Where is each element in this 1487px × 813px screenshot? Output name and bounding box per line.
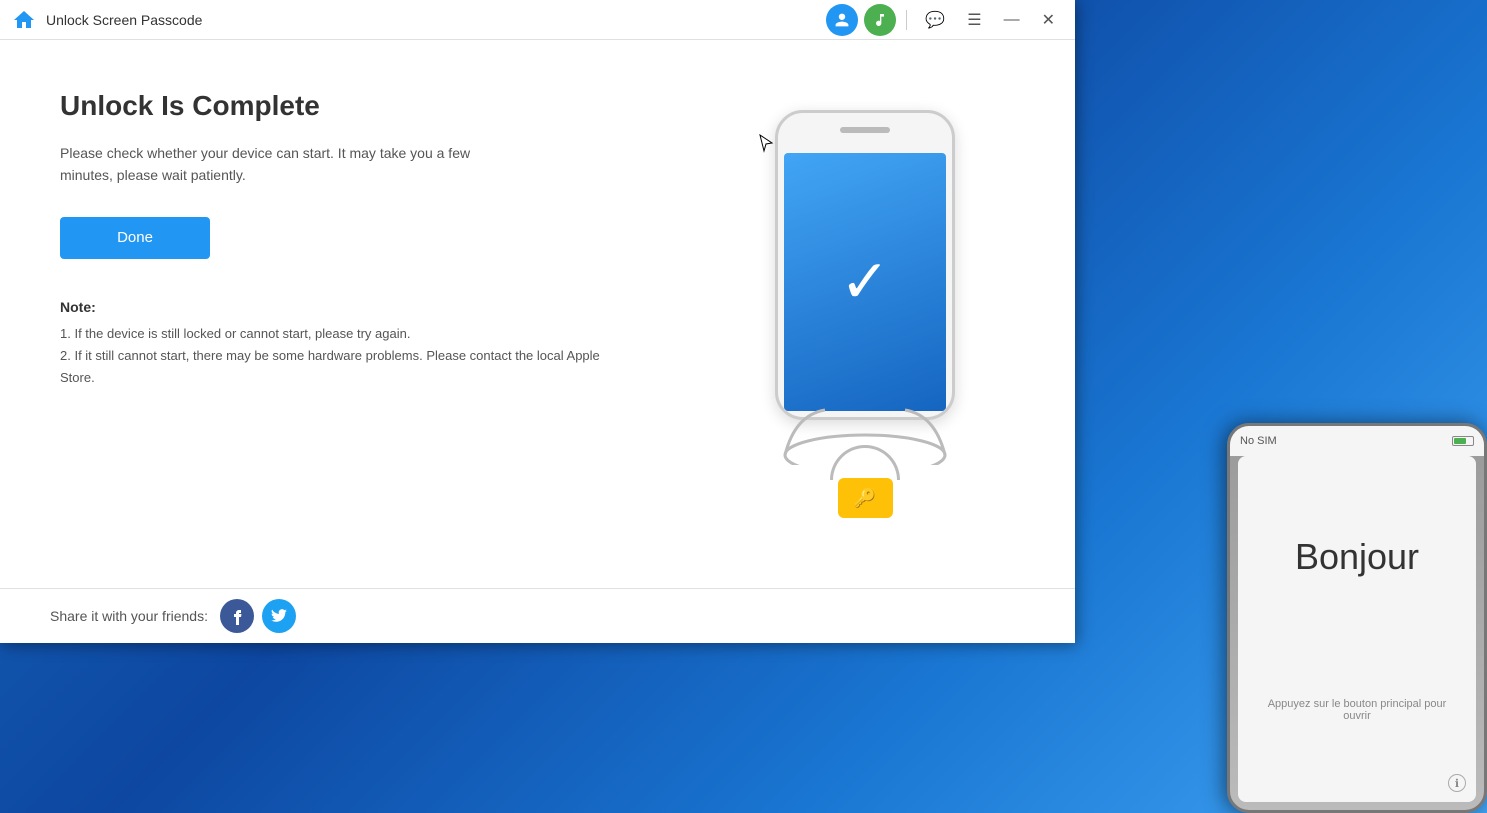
lock-body: 🔑 <box>838 478 893 518</box>
battery-fill <box>1454 438 1466 444</box>
checkmark-icon: ✓ <box>840 252 890 312</box>
keyhole-icon: 🔑 <box>854 488 876 509</box>
lock-area: 🔑 <box>765 405 965 518</box>
minimize-button[interactable]: — <box>996 7 1028 33</box>
phone-screen: ✓ <box>784 153 946 411</box>
no-sim-text: No SIM <box>1240 435 1277 447</box>
twitter-icon <box>271 609 287 623</box>
battery-bar <box>1452 436 1474 446</box>
info-button[interactable]: ℹ <box>1448 774 1466 792</box>
window-title: Unlock Screen Passcode <box>46 12 202 28</box>
right-panel: ✓ 🔑 <box>655 40 1075 588</box>
title-bar-right: 💬 ☰ — ✕ <box>826 4 1063 36</box>
phone-screen-content: Bonjour Appuyez sur le bouton principal … <box>1238 456 1476 802</box>
battery-indicator <box>1452 436 1474 446</box>
main-content: Unlock Is Complete Please check whether … <box>0 40 1075 588</box>
title-bar-left: Unlock Screen Passcode <box>12 8 202 32</box>
share-label: Share it with your friends: <box>50 608 208 624</box>
done-button[interactable]: Done <box>60 217 210 259</box>
user-icon <box>834 12 850 28</box>
footer: Share it with your friends: <box>0 588 1075 643</box>
music-icon <box>872 12 888 28</box>
status-bar: No SIM <box>1230 426 1484 456</box>
home-instruction-text: Appuyez sur le bouton principal pour ouv… <box>1238 698 1476 722</box>
comment-button[interactable]: 💬 <box>917 6 953 34</box>
bonjour-text: Bonjour <box>1295 536 1419 578</box>
app-home-icon <box>12 8 36 32</box>
facebook-button[interactable] <box>220 599 254 633</box>
music-button[interactable] <box>864 4 896 36</box>
facebook-icon <box>230 607 244 625</box>
menu-button[interactable]: ☰ <box>959 6 989 34</box>
unlock-description: Please check whether your device can sta… <box>60 142 520 187</box>
unlock-title: Unlock Is Complete <box>60 90 605 122</box>
separator <box>906 10 907 30</box>
phone-outer: ✓ <box>775 110 955 420</box>
note-label: Note: <box>60 299 605 315</box>
close-button[interactable]: ✕ <box>1034 6 1063 34</box>
app-window: Unlock Screen Passcode 💬 ☰ — ✕ Unlock Is… <box>0 0 1075 643</box>
desktop-phone: No SIM Bonjour Appuyez sur le bouton pri… <box>1162 423 1487 813</box>
note-item-2: 2. If it still cannot start, there may b… <box>60 345 605 389</box>
left-panel: Unlock Is Complete Please check whether … <box>0 40 655 588</box>
phone-speaker <box>840 127 890 133</box>
lock-container: 🔑 <box>830 445 900 518</box>
note-section: Note: 1. If the device is still locked o… <box>60 299 605 389</box>
note-item-1: 1. If the device is still locked or cann… <box>60 323 605 345</box>
real-phone-body: No SIM Bonjour Appuyez sur le bouton pri… <box>1227 423 1487 813</box>
lock-shackle <box>830 445 900 480</box>
twitter-button[interactable] <box>262 599 296 633</box>
title-bar: Unlock Screen Passcode 💬 ☰ — ✕ <box>0 0 1075 40</box>
phone-illustration: ✓ 🔑 <box>765 110 965 518</box>
user-account-button[interactable] <box>826 4 858 36</box>
